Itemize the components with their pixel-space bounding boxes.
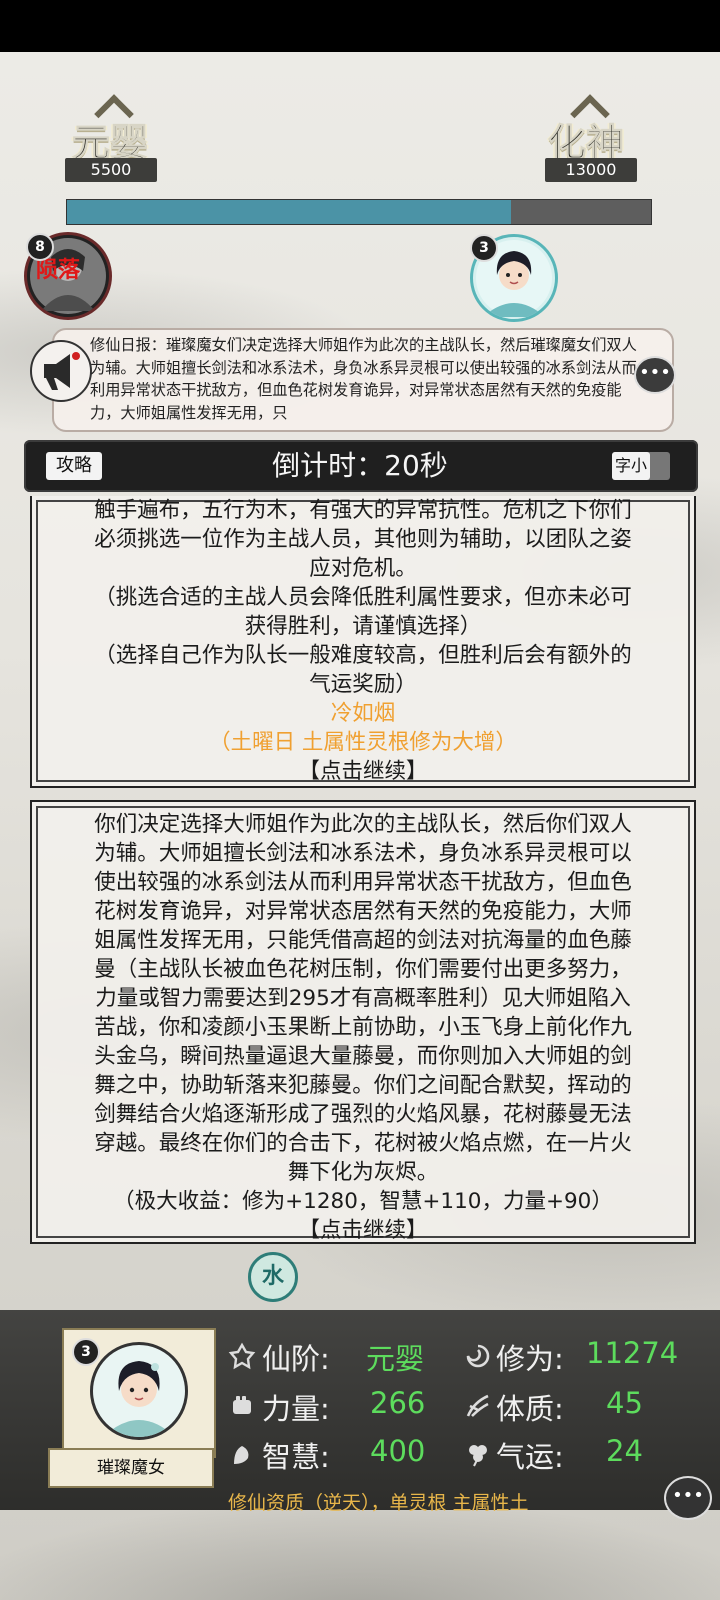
font-size-toggle[interactable]: 字小: [612, 452, 670, 480]
story-line: 力量或智力需要达到295才有高概率胜利）见大师姐陷入: [95, 986, 631, 1011]
story-line: 使出较强的冰系剑法从而利用异常状态干扰敌方，但血色: [94, 870, 632, 895]
wisdom-label: 智慧:: [262, 1440, 330, 1474]
story-line: （挑选合适的主战人员会降低胜利属性要求，但亦未必可: [94, 585, 632, 610]
luck-value: 24: [606, 1434, 643, 1468]
font-size-toggle-label: 字小: [612, 452, 650, 480]
story-line: 获得胜利，请谨慎选择）: [244, 614, 482, 639]
strength-label: 力量:: [262, 1392, 330, 1426]
story-line: 舞下化为灰烬。: [287, 1160, 439, 1185]
story-line: 穿越。最终在你们的合击下，花树被火焰点燃，在一片火: [94, 1131, 632, 1156]
current-rank-value: 5500: [65, 158, 157, 182]
story-line: （选择自己作为队长一般难度较高，但胜利后会有额外的: [94, 643, 632, 668]
wisdom-value: 400: [370, 1434, 426, 1468]
story-line: 花树发育诡异，对异常状态居然有天然的免疫能力，大师: [94, 899, 632, 924]
daily-news-text: 修仙日报：璀璨魔女们决定选择大师姐作为此次的主战队长，然后璀璨魔女们双人为辅。大…: [90, 336, 637, 423]
chat-bubble-icon[interactable]: •••: [634, 356, 676, 394]
progress-bar-fill: [67, 200, 511, 224]
highlight-character-name: 冷如烟: [330, 701, 396, 726]
fallen-level-badge: 8: [26, 233, 54, 261]
player-avatar: [90, 1342, 188, 1440]
story-line: 曼（主战队长被血色花树压制，你们需要付出更多努力，: [94, 957, 632, 982]
cultivation-icon: [466, 1344, 490, 1368]
constitution-value: 45: [606, 1386, 643, 1420]
cultivation-label: 修为:: [496, 1342, 564, 1376]
story-line: 为辅。大师姐擅长剑法和冰系法术，身负冰系异灵根可以: [94, 841, 632, 866]
realm-icon: [228, 1342, 256, 1370]
continue-prompt[interactable]: 【点击继续】: [42, 1216, 684, 1245]
story-line: 应对危机。: [309, 556, 417, 581]
story-line: 苦战，你和凌颜小玉果断上前协助，小玉飞身上前化作九: [94, 1015, 632, 1040]
story-line: 姐属性发挥无用，只能凭借高超的剑法对抗海量的血色藤: [94, 928, 632, 953]
luck-clover-icon: [469, 1445, 487, 1467]
megaphone-icon: [30, 340, 92, 402]
reward-summary: （极大收益：修为+1280，智慧+110，力量+90）: [113, 1189, 613, 1214]
realm-label: 仙阶:: [262, 1342, 330, 1376]
next-rank-value: 13000: [545, 158, 637, 182]
wisdom-icon: [234, 1446, 249, 1464]
continue-prompt[interactable]: 【点击继续】: [42, 757, 684, 786]
story-line: 触手遍布，五行为木，有强大的异常抗性。危机之下你们: [94, 498, 632, 523]
cultivation-progress-bar: [66, 199, 652, 225]
constitution-label: 体质:: [496, 1392, 564, 1426]
story-line: 头金乌，瞬间热量逼退大量藤曼，而你则加入大师姐的剑: [94, 1044, 632, 1069]
strength-value: 266: [370, 1386, 426, 1420]
realm-value: 元婴: [366, 1342, 425, 1376]
ally-level-badge: 3: [470, 234, 498, 262]
water-element-badge[interactable]: 水: [248, 1252, 298, 1302]
story-line: 气运奖励）: [309, 672, 417, 697]
player-portrait-icon: [103, 1361, 175, 1437]
story-panel-current[interactable]: 你们决定选择大师姐作为此次的主战队长，然后你们双人 为辅。大师姐擅长剑法和冰系法…: [30, 800, 696, 1244]
strength-fist-icon: [233, 1396, 251, 1414]
cultivation-value: 11274: [586, 1336, 679, 1370]
player-level-badge: 3: [72, 1338, 100, 1366]
chat-bubble-icon[interactable]: •••: [664, 1476, 712, 1520]
cultivation-aptitude: 修仙资质（逆天），单灵根 主属性土: [228, 1492, 529, 1514]
story-line: 必须挑选一位作为主战人员，其他则为辅助，以团队之姿: [94, 527, 632, 552]
player-name-plate: 璀璨魔女: [48, 1448, 214, 1488]
constitution-icon: [466, 1394, 489, 1417]
story-line: 剑舞结合火焰逐渐形成了强烈的火焰风暴，花树藤曼无法: [94, 1102, 632, 1127]
luck-label: 气运:: [496, 1440, 564, 1474]
story-line: 你们决定选择大师姐作为此次的主战队长，然后你们双人: [94, 812, 632, 837]
story-panel-previous[interactable]: 触手遍布，五行为木，有强大的异常抗性。危机之下你们 必须挑选一位作为主战人员，其…: [30, 496, 696, 788]
story-line: 舞之中，协助斩落来犯藤曼。你们之间配合默契，挥动的: [94, 1073, 632, 1098]
highlight-daily-bonus: （土曜日 土属性灵根修为大增）: [209, 730, 517, 755]
